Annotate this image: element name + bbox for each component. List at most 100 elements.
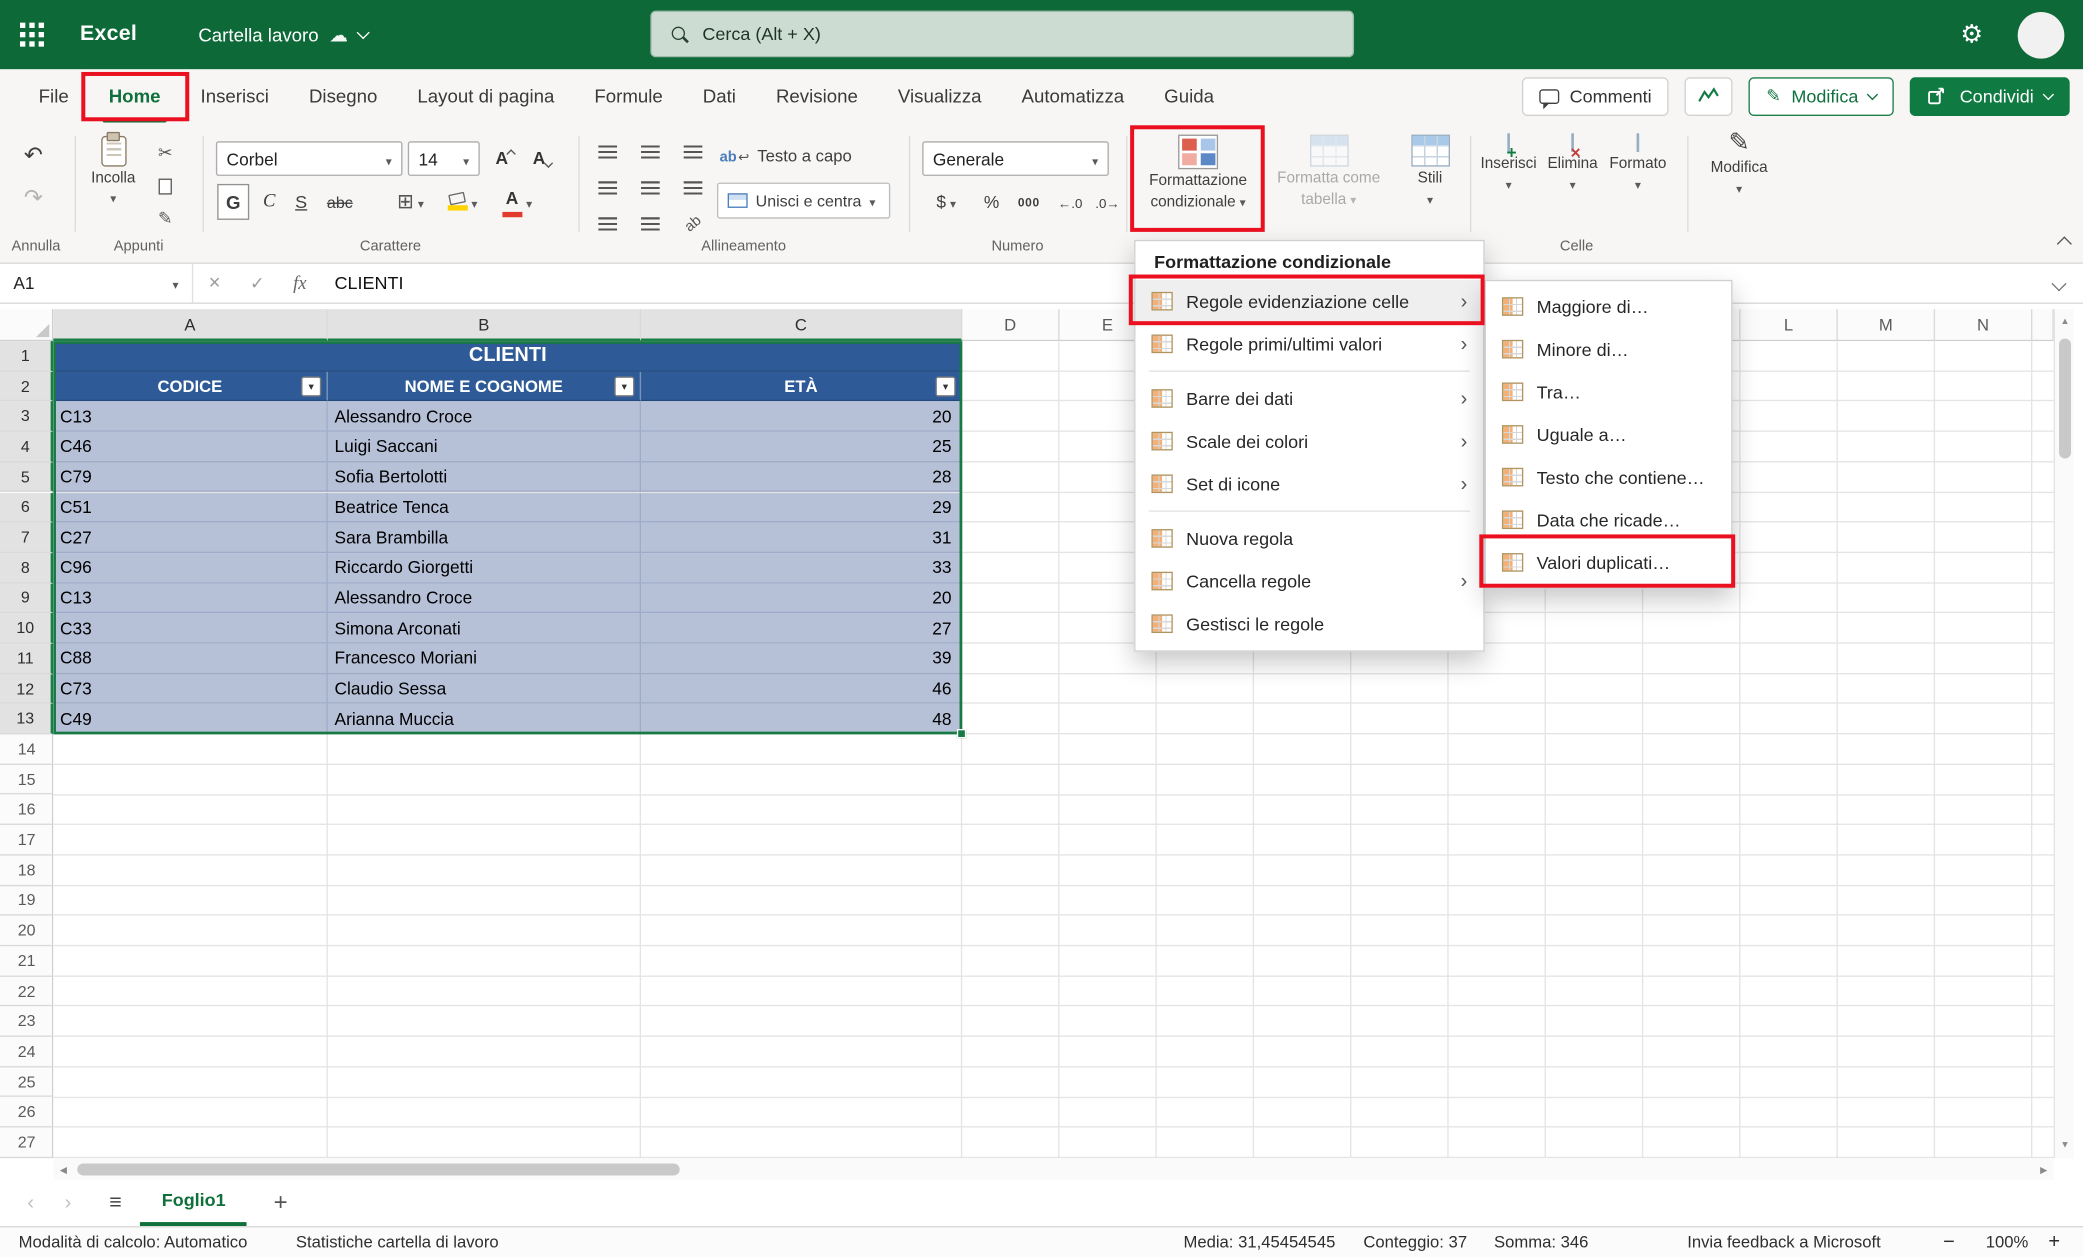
conditional-formatting-button[interactable]: Formattazione condizionale (1134, 128, 1262, 235)
zoom-level[interactable]: 100% (1986, 1233, 2029, 1252)
tab-dati[interactable]: Dati (683, 69, 756, 122)
sparkline-button[interactable] (1685, 77, 1733, 116)
table-cell[interactable]: 27 (641, 613, 962, 643)
menu-item-regole-evidenziazione-celle[interactable]: Regole evidenziazione celle› (1135, 280, 1483, 323)
fill-handle[interactable] (957, 729, 966, 738)
font-color-button[interactable] (496, 184, 539, 220)
format-cells-button[interactable]: Formato (1605, 128, 1672, 235)
row-header-13[interactable]: 13 (0, 704, 53, 734)
horizontal-scrollbar[interactable] (53, 1158, 2053, 1179)
row-header-1[interactable]: 1 (0, 341, 53, 371)
enter-button[interactable] (236, 271, 279, 295)
row-header-19[interactable]: 19 (0, 886, 53, 916)
cancel-button[interactable] (193, 271, 236, 295)
table-cell[interactable]: C79 (53, 462, 328, 492)
menu-item-set-di-icone[interactable]: Set di icone› (1135, 462, 1483, 505)
row-header-3[interactable]: 3 (0, 402, 53, 432)
font-size-select[interactable]: 14 (408, 141, 480, 176)
vertical-scrollbar[interactable] (2054, 309, 2074, 1158)
filter-button-et[interactable] (936, 376, 956, 396)
tab-visualizza[interactable]: Visualizza (878, 69, 1002, 122)
table-cell[interactable]: 46 (641, 674, 962, 704)
row-header-10[interactable]: 10 (0, 613, 53, 643)
column-header-A[interactable]: A (53, 309, 328, 341)
table-cell[interactable]: Luigi Saccani (328, 432, 641, 462)
decrease-decimal-button[interactable] (1053, 184, 1088, 220)
currency-format-button[interactable] (925, 184, 968, 220)
bold-button[interactable]: G (217, 184, 249, 220)
name-box[interactable]: A1 (0, 263, 193, 303)
table-cell[interactable]: 31 (641, 523, 962, 553)
table-cell[interactable]: C33 (53, 613, 328, 643)
cell-styles-button[interactable]: Stili (1395, 128, 1464, 235)
row-header-15[interactable]: 15 (0, 765, 53, 795)
text-orientation-button[interactable] (674, 208, 711, 240)
align-center-button[interactable] (632, 172, 669, 204)
filter-button-nome-e-cognome[interactable] (614, 376, 634, 396)
tab-guida[interactable]: Guida (1144, 69, 1234, 122)
table-cell[interactable]: Arianna Muccia (328, 704, 641, 734)
table-cell[interactable]: Beatrice Tenca (328, 492, 641, 522)
scroll-down-icon[interactable] (2055, 1135, 2075, 1155)
submenu-item-tra[interactable]: Tra… (1486, 370, 1731, 413)
tab-disegno[interactable]: Disegno (289, 69, 397, 122)
increase-font-button[interactable] (488, 144, 523, 173)
row-header-4[interactable]: 4 (0, 432, 53, 462)
scroll-up-icon[interactable] (2055, 312, 2075, 332)
redo-button[interactable] (13, 181, 53, 216)
zoom-in-button[interactable] (2048, 1231, 2060, 1254)
prev-sheet-button[interactable] (21, 1191, 40, 1214)
row-header-27[interactable]: 27 (0, 1128, 53, 1158)
horizontal-scroll-thumb[interactable] (77, 1163, 679, 1175)
percent-format-button[interactable] (976, 184, 1008, 220)
column-header-B[interactable]: B (328, 309, 641, 341)
table-cell[interactable]: Alessandro Croce (328, 583, 641, 613)
table-cell[interactable]: Claudio Sessa (328, 674, 641, 704)
insert-cells-button[interactable]: Inserisci (1477, 128, 1541, 235)
workbook-stats-button[interactable]: Statistiche cartella di lavoro (296, 1233, 499, 1252)
table-cell[interactable]: Francesco Moriani (328, 644, 641, 674)
submenu-item-valori-duplicati[interactable]: Valori duplicati… (1486, 541, 1731, 584)
sheet-grid[interactable]: CLIENTICODICENOME E COGNOMEETÀC13Alessan… (53, 341, 2053, 1158)
table-cell[interactable]: C49 (53, 704, 328, 734)
align-middle-button[interactable] (632, 136, 669, 168)
column-header-M[interactable]: M (1838, 309, 1935, 341)
tab-automatizza[interactable]: Automatizza (1002, 69, 1145, 122)
tab-inserisci[interactable]: Inserisci (181, 69, 289, 122)
row-header-2[interactable]: 2 (0, 371, 53, 401)
submenu-item-maggiore-di[interactable]: Maggiore di… (1486, 285, 1731, 328)
table-cell[interactable]: 29 (641, 492, 962, 522)
paste-button[interactable]: Incolla (83, 133, 144, 226)
row-header-11[interactable]: 11 (0, 644, 53, 674)
table-cell[interactable]: 20 (641, 402, 962, 432)
format-painter-button[interactable] (149, 204, 181, 233)
delete-cells-button[interactable]: Elimina (1543, 128, 1602, 235)
table-cell[interactable]: C88 (53, 644, 328, 674)
app-launcher-icon[interactable] (0, 0, 64, 69)
borders-button[interactable] (389, 184, 432, 220)
search-input[interactable]: Cerca (Alt + X) (650, 11, 1354, 58)
table-cell[interactable]: C96 (53, 553, 328, 583)
fill-color-button[interactable] (440, 184, 485, 220)
row-header-9[interactable]: 9 (0, 583, 53, 613)
calc-mode-button[interactable]: Modalità di calcolo: Automatico (19, 1233, 248, 1252)
strikethrough-button[interactable]: abc (320, 184, 360, 220)
formula-content[interactable]: CLIENTI (335, 273, 404, 293)
share-button[interactable]: Condividi (1910, 77, 2069, 116)
increase-decimal-button[interactable] (1090, 184, 1125, 220)
row-header-6[interactable]: 6 (0, 492, 53, 522)
tab-file[interactable]: File (19, 69, 89, 122)
editing-mode-button[interactable]: Modifica (1749, 77, 1895, 116)
select-all-corner[interactable] (0, 309, 53, 341)
tab-formule[interactable]: Formule (574, 69, 682, 122)
column-header-D[interactable]: D (962, 309, 1059, 341)
table-cell[interactable]: C51 (53, 492, 328, 522)
increase-indent-button[interactable] (632, 208, 669, 240)
submenu-item-testo-che-contiene[interactable]: Testo che contiene… (1486, 456, 1731, 499)
menu-item-scale-dei-colori[interactable]: Scale dei colori› (1135, 420, 1483, 463)
table-cell[interactable]: 33 (641, 553, 962, 583)
tab-layout-di-pagina[interactable]: Layout di pagina (397, 69, 574, 122)
table-cell[interactable]: C13 (53, 402, 328, 432)
feedback-link[interactable]: Invia feedback a Microsoft (1687, 1233, 1881, 1252)
row-header-22[interactable]: 22 (0, 976, 53, 1006)
